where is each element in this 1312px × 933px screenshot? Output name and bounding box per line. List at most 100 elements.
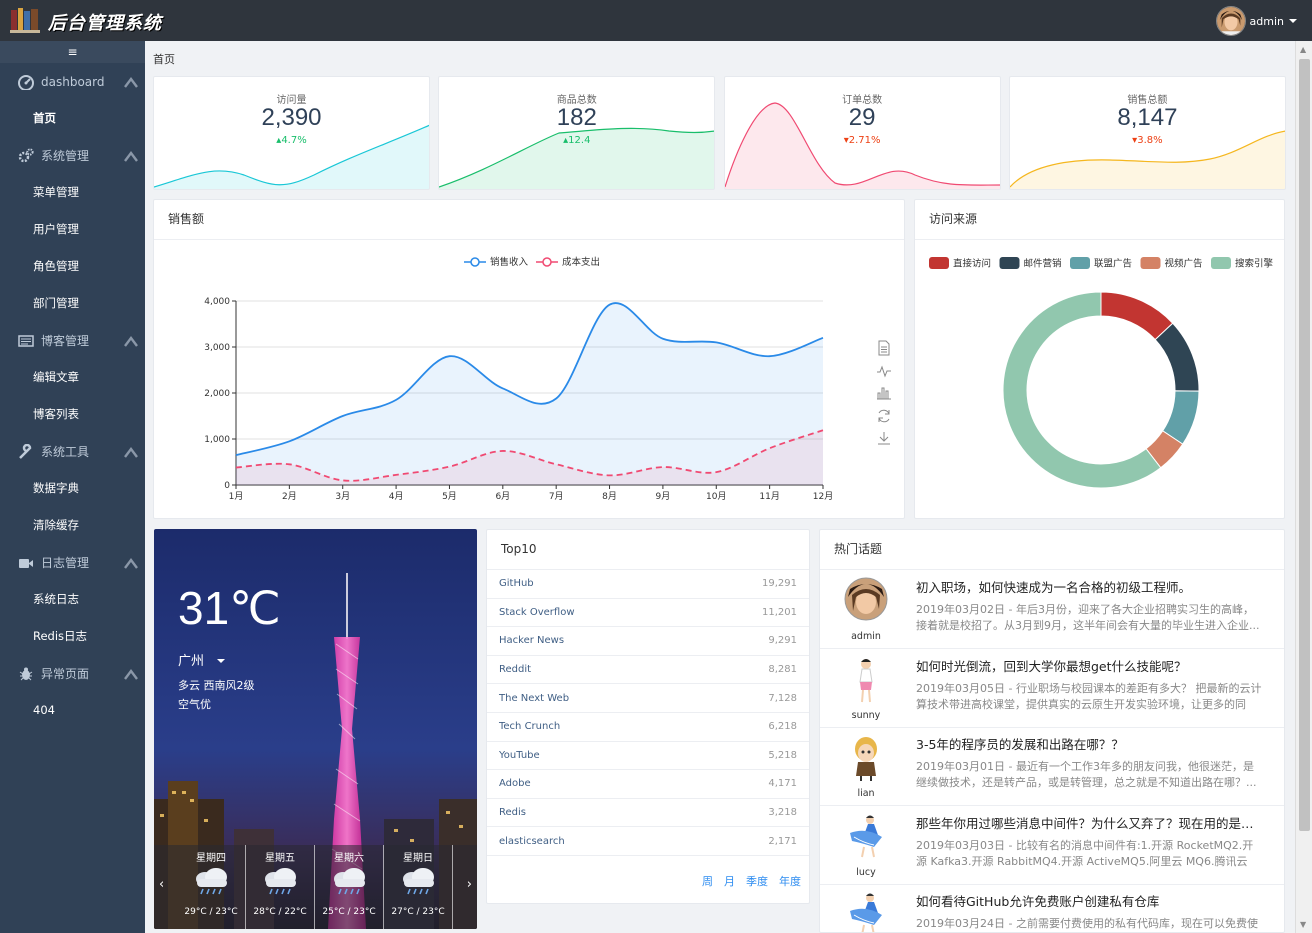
top10-name: Adobe: [499, 778, 531, 790]
sidebar-item[interactable]: 编辑文章: [0, 359, 145, 396]
stat-card-1: 商品总数 182 ▴12.4: [438, 76, 716, 190]
sidebar-item[interactable]: 角色管理: [0, 248, 145, 285]
period-tab-0[interactable]: 周: [702, 873, 713, 889]
forecast-day-name: 星期五: [265, 853, 295, 864]
line-chart-icon[interactable]: [876, 363, 892, 386]
legend-item-0[interactable]: 直接访问: [929, 257, 991, 270]
sidebar-item[interactable]: 菜单管理: [0, 174, 145, 211]
restore-icon[interactable]: [876, 408, 892, 431]
topic-item[interactable]: admin 初入职场，如何快速成为一名合格的初级工程师。 2019年03月02日 -…: [820, 571, 1284, 649]
topic-description: 2019年03月05日 - 行业职场与校园课本的差距有多大？ 把最新的云计算技术…: [916, 681, 1262, 711]
wrench-icon: [18, 443, 41, 460]
legend-item-1[interactable]: 邮件营销: [999, 257, 1063, 270]
top10-row[interactable]: Reddit 8,281: [487, 656, 809, 685]
sidebar-item[interactable]: 博客列表: [0, 396, 145, 433]
period-tab-3[interactable]: 年度: [779, 873, 801, 889]
stat-sparkline: [154, 124, 429, 189]
forecast-day-0: 星期四 29°C / 23°C: [177, 845, 246, 929]
top10-name: GitHub: [499, 578, 534, 590]
sidebar-group-2[interactable]: 博客管理: [0, 322, 145, 359]
top10-row[interactable]: Stack Overflow 11,201: [487, 599, 809, 628]
topic-item[interactable]: lucy 那些年你用过哪些消息中间件？为什么又弃了？现在用的是什么呢？ 2019年0…: [820, 807, 1284, 885]
legend-item-1[interactable]: 成本支出: [536, 256, 600, 268]
y-tick-label: 3,000: [204, 343, 230, 353]
topic-avatar: [844, 577, 888, 625]
source-donut-chart: 直接访问 邮件营销 联盟广告 视频广告 搜索引擎: [929, 257, 1274, 489]
page-scrollbar[interactable]: ▲ ▼: [1295, 41, 1312, 933]
sidebar-item[interactable]: 系统日志: [0, 581, 145, 618]
donut-slice-0[interactable]: [1100, 291, 1174, 341]
stat-card-2: 订单总数 29 ▾2.71%: [723, 76, 1001, 190]
topic-author: sunny: [851, 709, 881, 721]
sidebar-item[interactable]: 部门管理: [0, 285, 145, 322]
top10-row[interactable]: Adobe 4,171: [487, 770, 809, 799]
topic-title[interactable]: 3-5年的程序员的发展和出路在哪？？: [916, 734, 1266, 753]
sidebar-group-1[interactable]: 系统管理: [0, 137, 145, 174]
user-menu[interactable]: admin: [1215, 6, 1298, 36]
collapse-menu-button[interactable]: ≡: [0, 41, 145, 63]
topic-item[interactable]: lucy如何看待GitHub允许免费账户创建私有仓库2019年03月24日 - …: [820, 885, 1284, 932]
sidebar-item[interactable]: Redis日志: [0, 618, 145, 655]
legend-item-0[interactable]: 销售收入: [464, 256, 529, 268]
top10-value: 11,201: [762, 606, 797, 618]
scrollbar-thumb[interactable]: [1299, 59, 1310, 831]
period-tab-1[interactable]: 月: [724, 873, 735, 889]
gears-icon: [18, 147, 41, 164]
x-tick-label: 3月: [335, 491, 350, 502]
sidebar-item[interactable]: 用户管理: [0, 211, 145, 248]
sidebar-item[interactable]: 清除缓存: [0, 507, 145, 544]
period-tab-2[interactable]: 季度: [746, 873, 768, 889]
stat-sparkline: [439, 127, 715, 189]
y-tick-label: 4,000: [204, 297, 230, 307]
legend-label: 搜索引擎: [1235, 258, 1274, 270]
top10-name: elasticsearch: [499, 835, 565, 847]
topic-title[interactable]: 初入职场，如何快速成为一名合格的初级工程师。: [916, 577, 1266, 596]
legend-swatch: [1140, 257, 1161, 269]
donut-slice-1[interactable]: [1154, 322, 1200, 392]
top10-list: GitHub 19,291 Stack Overflow 11,201 Hacker N…: [487, 570, 809, 856]
dashboard-icon-graphic: [18, 74, 34, 90]
sidebar-group-0[interactable]: dashboard: [0, 63, 145, 100]
sidebar-item[interactable]: 404: [0, 692, 145, 729]
top10-row[interactable]: The Next Web 7,128: [487, 684, 809, 713]
top10-row[interactable]: Hacker News 9,291: [487, 627, 809, 656]
topic-title[interactable]: 那些年你用过哪些消息中间件？为什么又弃了？现在用的是什么呢？: [916, 813, 1266, 832]
sidebar-group-3[interactable]: 系统工具: [0, 433, 145, 470]
top10-row[interactable]: Redis 3,218: [487, 799, 809, 828]
chevron-up-icon: [123, 149, 138, 162]
chart-toolbox: [876, 340, 892, 453]
forecast-next-arrow[interactable]: ›: [467, 877, 472, 892]
source-card-title: 访问来源: [915, 200, 1284, 240]
x-tick-label: 6月: [495, 491, 510, 502]
sidebar: ≡ dashboard 首页 系统管理 菜单管理 用户管理 角色管理 部门管理 博客管理 编辑文…: [0, 41, 145, 933]
download-icon[interactable]: [876, 430, 892, 453]
x-tick-label: 12月: [813, 491, 833, 502]
legend-item-2[interactable]: 联盟广告: [1070, 257, 1132, 270]
sidebar-group-4[interactable]: 日志管理: [0, 544, 145, 581]
forecast-prev-arrow[interactable]: ‹: [159, 877, 164, 892]
stat-card-3: 销售总额 8,147 ▾3.8%: [1008, 76, 1286, 190]
caret-down-icon: [1289, 19, 1297, 23]
top10-value: 4,171: [768, 778, 797, 790]
user-name: admin: [1249, 14, 1284, 28]
top10-row[interactable]: YouTube 5,218: [487, 742, 809, 771]
data-view-icon[interactable]: [876, 340, 892, 363]
scroll-down-arrow[interactable]: ▼: [1300, 920, 1306, 929]
topic-item[interactable]: sunny 如何时光倒流，回到大学你最想get什么技能呢？ 2019年03月05日 …: [820, 650, 1284, 728]
legend-item-4[interactable]: 搜索引擎: [1211, 257, 1274, 270]
sidebar-item[interactable]: 数据字典: [0, 470, 145, 507]
weather-description: 多云 西南风2级: [178, 679, 255, 692]
bar-chart-icon[interactable]: [876, 385, 892, 408]
topic-title[interactable]: 如何看待GitHub允许免费账户创建私有仓库: [916, 891, 1266, 910]
sidebar-group-5[interactable]: 异常页面: [0, 655, 145, 692]
breadcrumb[interactable]: 首页: [153, 51, 175, 67]
legend-item-3[interactable]: 视频广告: [1140, 257, 1203, 270]
city-selector[interactable]: 广州: [178, 650, 228, 669]
topic-title[interactable]: 如何时光倒流，回到大学你最想get什么技能呢？: [916, 656, 1266, 675]
top10-row[interactable]: GitHub 19,291: [487, 570, 809, 599]
topic-item[interactable]: lian 3-5年的程序员的发展和出路在哪？？ 2019年03月01日 - 最近有一…: [820, 728, 1284, 806]
top10-row[interactable]: elasticsearch 2,171: [487, 827, 809, 856]
scroll-up-arrow[interactable]: ▲: [1300, 45, 1306, 54]
sidebar-item[interactable]: 首页: [0, 100, 145, 137]
top10-row[interactable]: Tech Crunch 6,218: [487, 713, 809, 742]
